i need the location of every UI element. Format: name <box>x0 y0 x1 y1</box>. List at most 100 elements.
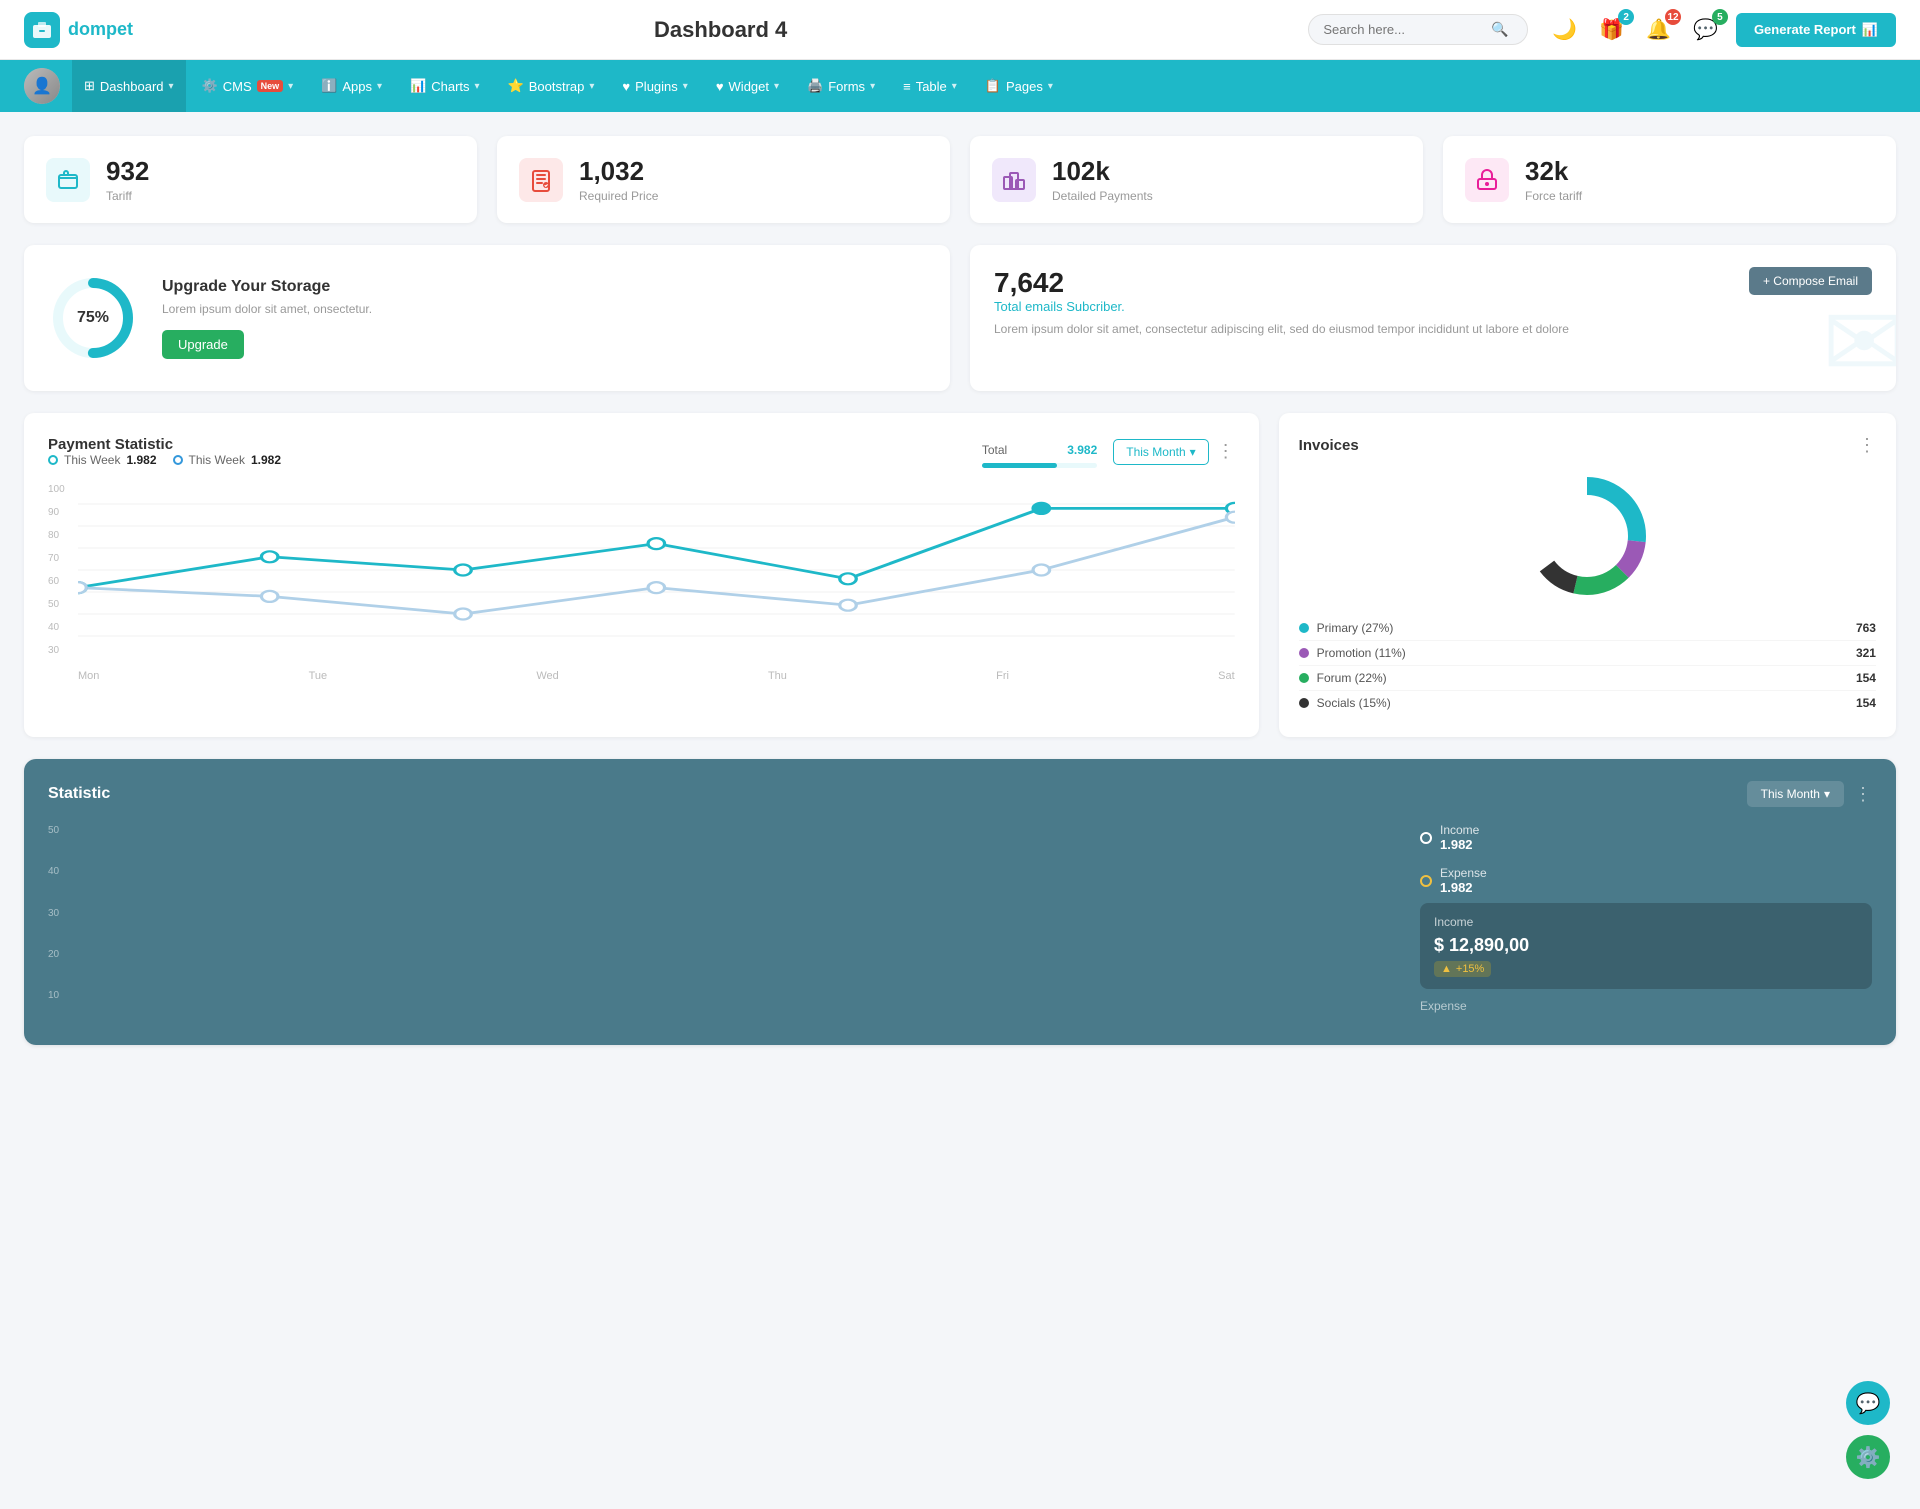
expense-dot <box>1420 875 1432 887</box>
statistic-more-button[interactable]: ⋮ <box>1854 784 1872 805</box>
cms-badge: New <box>257 80 284 92</box>
legend-count-socials: 154 <box>1856 696 1876 710</box>
stat-card-payments: 102k Detailed Payments <box>970 136 1423 223</box>
nav-item-plugins[interactable]: ♥ Plugins ▾ <box>610 60 699 112</box>
income-label: Income <box>1440 823 1479 837</box>
statistic-month-button[interactable]: This Month ▾ <box>1747 781 1844 807</box>
filter-arrow: ▾ <box>1190 445 1196 459</box>
nav-item-bootstrap[interactable]: ⭐ Bootstrap ▾ <box>496 60 607 112</box>
storage-card: 75% Upgrade Your Storage Lorem ipsum dol… <box>24 245 950 391</box>
invoices-donut-wrapper <box>1299 466 1876 606</box>
bootstrap-icon: ⭐ <box>508 78 524 94</box>
stat-legend: Income 1.982 Expense 1.982 <box>1420 823 1872 895</box>
table-icon: ≡ <box>903 79 911 94</box>
tariff-value: 932 <box>106 156 149 187</box>
income-value: 1.982 <box>1440 837 1479 852</box>
dashboard-arrow: ▾ <box>169 81 174 92</box>
nav-item-table[interactable]: ≡ Table ▾ <box>891 60 969 112</box>
widget-icon: ♥ <box>716 79 724 94</box>
apps-icon: ℹ️ <box>321 78 337 94</box>
payment-filter-button[interactable]: This Month ▾ <box>1113 439 1208 465</box>
statistic-section: Statistic This Month ▾ ⋮ 50 40 30 20 10 <box>24 759 1896 1045</box>
legend-count-promotion: 321 <box>1856 646 1876 660</box>
table-arrow: ▾ <box>952 81 957 92</box>
payment-legend: This Week 1.982 This Week 1.982 <box>48 453 281 467</box>
chart-icon: 📊 <box>1862 22 1878 38</box>
income-detail-card: Income $ 12,890,00 ▲ +15% <box>1420 903 1872 989</box>
x-labels: Mon Tue Wed Thu Fri Sat <box>78 670 1235 682</box>
email-card: 7,642 Total emails Subcriber. Lorem ipsu… <box>970 245 1896 391</box>
nav-item-pages[interactable]: 📋 Pages ▾ <box>973 60 1065 112</box>
invoices-legend: Primary (27%) 763 Promotion (11%) 321 Fo… <box>1299 616 1876 715</box>
stat-card-tariff: 932 Tariff <box>24 136 477 223</box>
nav-item-dashboard[interactable]: ⊞ Dashboard ▾ <box>72 60 186 112</box>
arrow-up-icon: ▲ <box>1441 963 1452 975</box>
gift-button[interactable]: 🎁 2 <box>1595 13 1628 46</box>
payment-more-button[interactable]: ⋮ <box>1217 441 1235 462</box>
force-icon <box>1465 158 1509 202</box>
main-content: 932 Tariff 1,032 Required Price 102k Det… <box>0 112 1920 1069</box>
legend-label-2: This Week <box>189 453 245 467</box>
gift-badge: 2 <box>1618 9 1634 25</box>
price-value: 1,032 <box>579 156 658 187</box>
nav-item-forms[interactable]: 🖨️ Forms ▾ <box>795 60 887 112</box>
invoices-title: Invoices <box>1299 437 1359 454</box>
plugins-icon: ♥ <box>622 79 630 94</box>
storage-title: Upgrade Your Storage <box>162 278 372 296</box>
tariff-icon <box>46 158 90 202</box>
force-value: 32k <box>1525 156 1582 187</box>
total-progress-fill <box>982 463 1057 468</box>
payments-label: Detailed Payments <box>1052 189 1153 203</box>
nav-item-apps[interactable]: ℹ️ Apps ▾ <box>309 60 394 112</box>
chat-button[interactable]: 💬 5 <box>1689 13 1722 46</box>
legend-count-forum: 154 <box>1856 671 1876 685</box>
generate-report-button[interactable]: Generate Report 📊 <box>1736 13 1896 47</box>
nav-item-charts[interactable]: 📊 Charts ▾ <box>398 60 492 112</box>
storage-donut: 75% <box>48 273 138 363</box>
legend-label-promotion: Promotion (11%) <box>1317 646 1406 660</box>
storage-info: Upgrade Your Storage Lorem ipsum dolor s… <box>162 278 372 359</box>
invoices-more-button[interactable]: ⋮ <box>1858 435 1876 456</box>
line-chart: 100 90 80 70 60 50 40 30 <box>48 482 1235 682</box>
settings-float-button[interactable]: ⚙️ <box>1846 1435 1890 1479</box>
expense-value: 1.982 <box>1440 880 1487 895</box>
line-chart-svg <box>78 482 1235 658</box>
mid-section: 75% Upgrade Your Storage Lorem ipsum dol… <box>24 245 1896 391</box>
search-input[interactable] <box>1323 22 1483 37</box>
forms-arrow: ▾ <box>870 81 875 92</box>
search-icon: 🔍 <box>1491 21 1508 38</box>
legend-dot-socials <box>1299 698 1309 708</box>
nav-item-cms[interactable]: ⚙️ CMS New ▾ <box>190 60 306 112</box>
stat-card-price: 1,032 Required Price <box>497 136 950 223</box>
price-icon <box>519 158 563 202</box>
legend-label-1: This Week <box>64 453 120 467</box>
dashboard-icon: ⊞ <box>84 78 95 94</box>
support-float-button[interactable]: 💬 <box>1846 1381 1890 1425</box>
logo[interactable]: dompet <box>24 12 133 48</box>
email-bg-icon: ✉ <box>1822 284 1896 391</box>
legend-label-socials: Socials (15%) <box>1317 696 1391 710</box>
bell-button[interactable]: 🔔 12 <box>1642 13 1675 46</box>
payment-title: Payment Statistic <box>48 436 281 453</box>
total-value: 3.982 <box>1067 443 1097 457</box>
upgrade-button[interactable]: Upgrade <box>162 330 244 359</box>
email-desc: Lorem ipsum dolor sit amet, consectetur … <box>994 320 1569 338</box>
legend-row-0: Primary (27%) 763 <box>1299 616 1876 641</box>
charts-section: Payment Statistic This Week 1.982 This W… <box>24 413 1896 737</box>
cms-icon: ⚙️ <box>202 78 218 94</box>
plugins-arrow: ▾ <box>683 81 688 92</box>
widget-arrow: ▾ <box>774 81 779 92</box>
force-label: Force tariff <box>1525 189 1582 203</box>
nav-item-widget[interactable]: ♥ Widget ▾ <box>704 60 791 112</box>
legend-dot-1 <box>48 455 58 465</box>
logo-icon <box>24 12 60 48</box>
bootstrap-arrow: ▾ <box>589 81 594 92</box>
legend-item-2: This Week 1.982 <box>173 453 282 467</box>
email-count: 7,642 <box>994 267 1569 299</box>
tariff-label: Tariff <box>106 189 149 203</box>
month-arrow: ▾ <box>1824 787 1830 801</box>
legend-count-primary: 763 <box>1856 621 1876 635</box>
income-detail-label: Income <box>1434 915 1858 929</box>
expense-section-label: Expense <box>1420 999 1872 1013</box>
moon-button[interactable]: 🌙 <box>1548 13 1581 46</box>
